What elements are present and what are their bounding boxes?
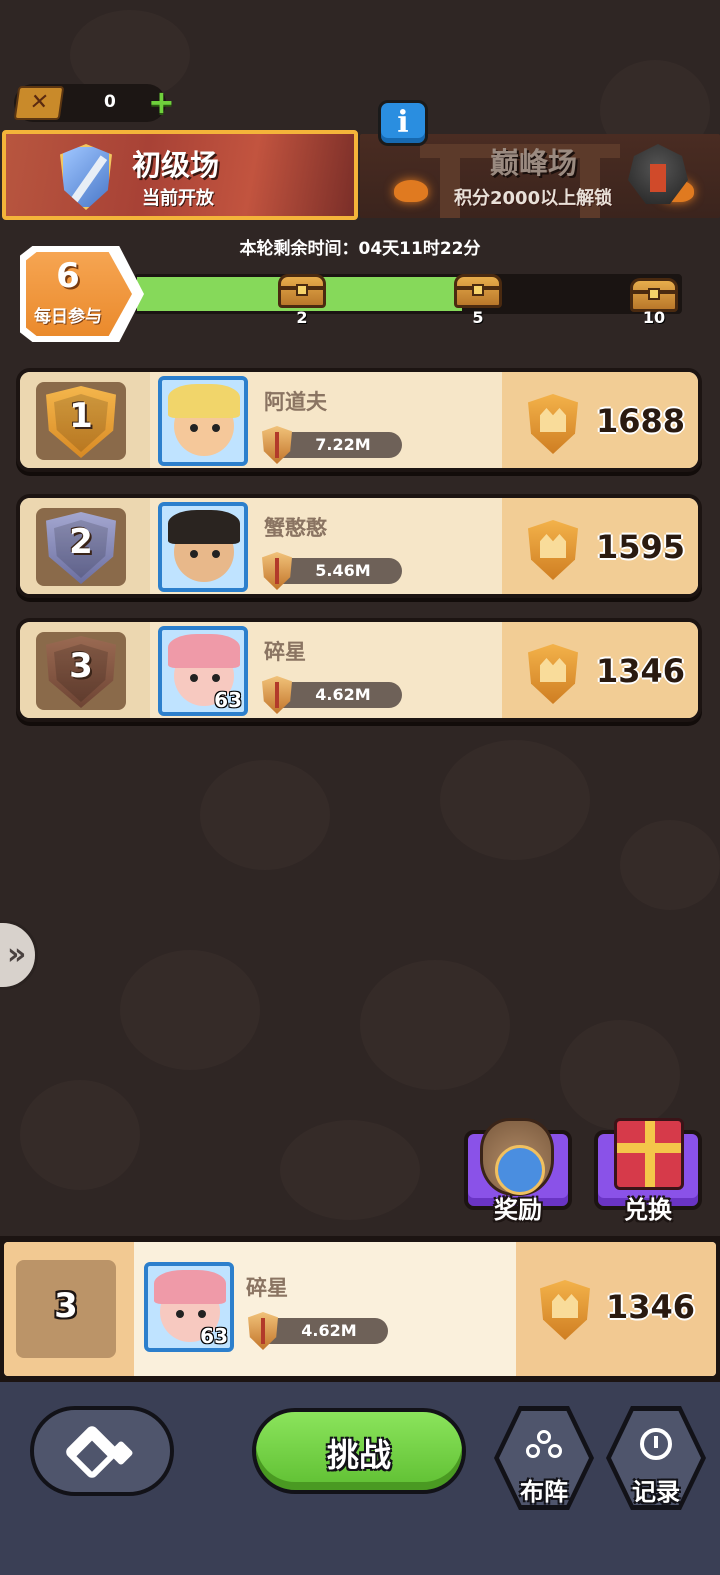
exchange-label: 兑换: [624, 1196, 672, 1224]
shield-sword-icon: [60, 144, 112, 210]
double-chevron-right-icon: »: [7, 937, 27, 972]
chest-label-2: 2: [296, 308, 308, 327]
reward-bag-icon: [480, 1118, 554, 1196]
ticket-count: 0: [104, 92, 116, 112]
tab-beginner-arena[interactable]: 初级场 当前开放: [2, 130, 358, 220]
ticket-currency-bar: 0 +: [13, 84, 175, 122]
tab-peak-arena[interactable]: 巅峰场 积分2000以上解锁: [360, 134, 720, 218]
power-shield-icon: [262, 676, 292, 714]
tab-beginner-subtitle: 当前开放: [142, 188, 214, 209]
tab-beginner-title: 初级场: [132, 148, 220, 182]
back-button[interactable]: [30, 1406, 174, 1496]
tab-peak-title: 巅峰场: [490, 146, 578, 180]
my-rank-box: 3: [16, 1260, 116, 1358]
my-rank-bar: 3 63 碎星 4.62M 1346: [0, 1236, 720, 1382]
formation-icon: [526, 1430, 562, 1460]
arena-tabs: 初级场 当前开放 巅峰场 积分2000以上解锁: [0, 130, 720, 220]
rank-number: 3: [69, 646, 93, 686]
rank-number: 1: [69, 396, 93, 436]
daily-participation-badge: 6 每日参与: [20, 246, 144, 342]
avatar[interactable]: 63: [158, 626, 248, 716]
my-rank-number: 3: [54, 1286, 78, 1326]
clock-icon: [640, 1428, 672, 1460]
my-avatar[interactable]: 63: [144, 1262, 234, 1352]
player-score: 1688: [596, 402, 686, 440]
leaderboard-row[interactable]: 1 阿道夫 7.22M 1688: [16, 368, 702, 472]
gift-box-icon: [614, 1118, 684, 1190]
player-name: 碎星: [264, 640, 306, 664]
bottom-navigation: 挑战 布阵 记录: [0, 1382, 720, 1575]
power-shield-icon: [248, 1312, 278, 1350]
ticket-icon: [13, 86, 65, 120]
player-score: 1346: [596, 652, 686, 690]
rank-number: 2: [69, 522, 93, 562]
my-name: 碎星: [246, 1276, 288, 1300]
player-name: 阿道夫: [264, 390, 327, 414]
leaderboard-row[interactable]: 3 63 碎星 4.62M 1346: [16, 618, 702, 722]
tab-peak-subtitle: 积分2000以上解锁: [454, 188, 613, 209]
info-button[interactable]: i: [378, 100, 428, 146]
challenge-label: 挑战: [326, 1436, 391, 1474]
add-ticket-button[interactable]: +: [148, 86, 175, 118]
avatar[interactable]: [158, 502, 248, 592]
chest-reward-5[interactable]: [452, 266, 504, 310]
player-level: 63: [214, 688, 242, 712]
reward-label: 奖励: [494, 1196, 542, 1224]
power-shield-icon: [262, 426, 292, 464]
chest-label-10: 10: [642, 308, 666, 327]
player-name: 蟹憨憨: [264, 516, 327, 540]
my-level: 63: [200, 1324, 228, 1348]
participation-progress-bar: [134, 274, 682, 314]
avatar[interactable]: [158, 376, 248, 466]
chest-reward-2[interactable]: [276, 266, 328, 310]
chest-label-5: 5: [472, 308, 484, 327]
challenge-button[interactable]: 挑战: [252, 1408, 466, 1494]
power-shield-icon: [262, 552, 292, 590]
formation-label: 布阵: [520, 1478, 568, 1506]
daily-participation-count: 6: [56, 256, 80, 296]
daily-participation-label: 每日参与: [34, 307, 102, 327]
my-score: 1346: [606, 1288, 696, 1326]
leaderboard-row[interactable]: 2 蟹憨憨 5.46M 1595: [16, 494, 702, 598]
record-label: 记录: [632, 1478, 680, 1506]
info-icon: i: [397, 105, 409, 140]
player-score: 1595: [596, 528, 686, 566]
